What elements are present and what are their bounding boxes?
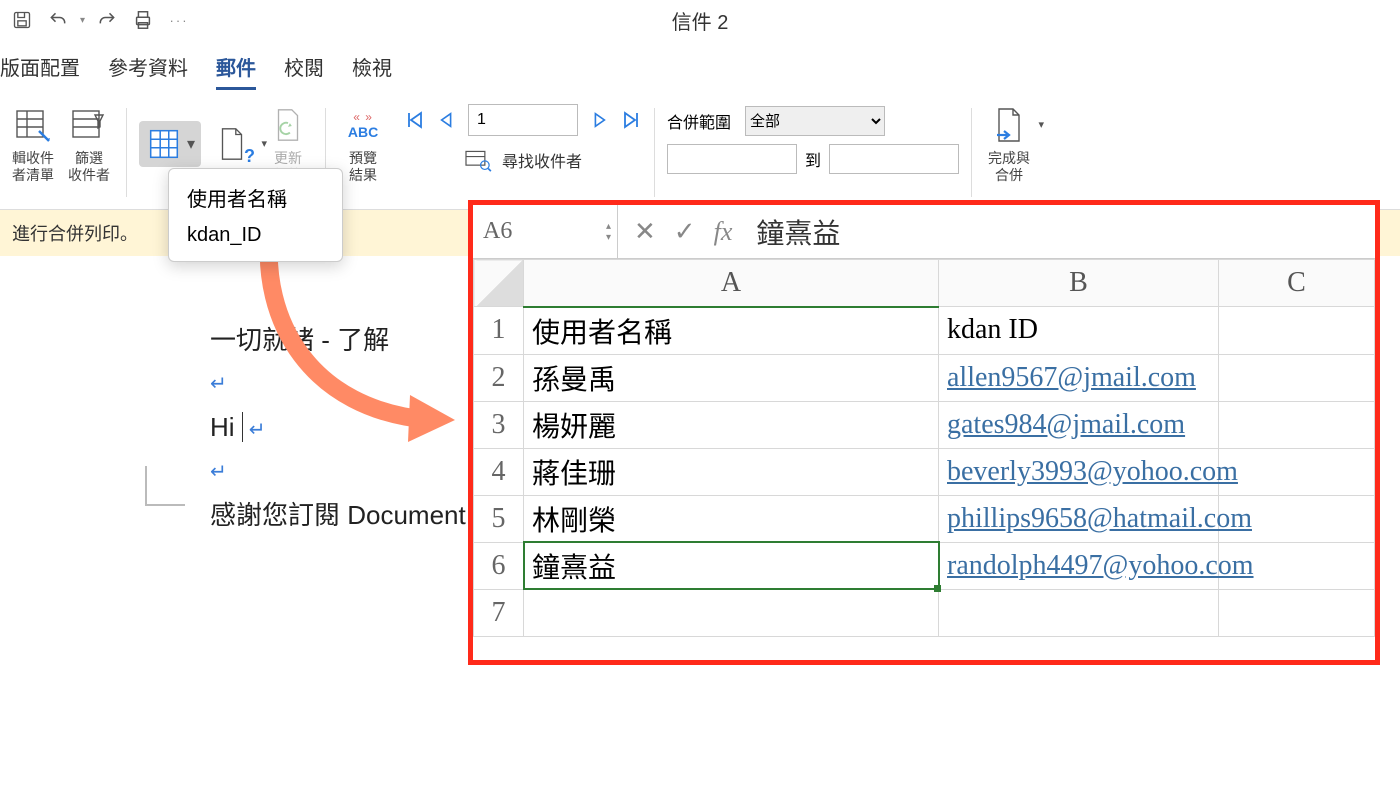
merge-field-dropdown: 使用者名稱 kdan_ID xyxy=(168,168,343,262)
document-title: 信件 2 xyxy=(672,6,729,35)
merge-range-label: 合併範圍 xyxy=(667,109,737,133)
row-header[interactable]: 2 xyxy=(474,354,524,401)
save-icon[interactable] xyxy=(8,6,36,34)
title-bar: ▾ ··· 信件 2 xyxy=(0,0,1400,40)
row-header[interactable]: 4 xyxy=(474,448,524,495)
cell[interactable] xyxy=(1219,354,1375,401)
cancel-icon[interactable]: ✕ xyxy=(634,217,656,247)
col-header-c[interactable]: C xyxy=(1219,260,1375,307)
record-number-input[interactable] xyxy=(468,104,578,136)
rules-button[interactable]: ?▾ xyxy=(207,123,257,165)
undo-chevron-icon[interactable]: ▾ xyxy=(80,15,85,26)
cell[interactable]: 楊妍麗 xyxy=(524,401,939,448)
merge-range-select[interactable]: 全部 xyxy=(745,106,885,136)
cell[interactable]: randolph4497@yohoo.com xyxy=(939,542,1219,589)
confirm-icon[interactable]: ✓ xyxy=(674,217,696,247)
tab-review[interactable]: 校閱 xyxy=(284,52,324,90)
range-from-input[interactable] xyxy=(667,144,797,174)
filter-recipients-label: 篩選 收件者 xyxy=(68,150,110,184)
record-nav xyxy=(404,104,642,136)
name-box[interactable]: A6 ▴▾ xyxy=(473,205,618,258)
message-bar-text: 進行合併列印。 xyxy=(12,224,138,244)
cell[interactable]: phillips9658@hatmail.com xyxy=(939,495,1219,542)
range-to-label: 到 xyxy=(805,147,821,171)
finish-merge-label: 完成與 合併 xyxy=(988,150,1030,184)
cell[interactable] xyxy=(939,589,1219,636)
cell[interactable]: 孫曼禹 xyxy=(524,354,939,401)
redo-icon[interactable] xyxy=(93,6,121,34)
cell[interactable] xyxy=(1219,589,1375,636)
row-header[interactable]: 6 xyxy=(474,542,524,589)
tab-view[interactable]: 檢視 xyxy=(352,52,392,90)
formula-bar: A6 ▴▾ ✕ ✓ fx 鐘熹益 xyxy=(473,205,1375,259)
cell[interactable]: 蔣佳珊 xyxy=(524,448,939,495)
cell[interactable] xyxy=(1219,448,1375,495)
quick-access-toolbar: ▾ ··· xyxy=(8,6,193,34)
preview-results-button[interactable]: « »ABC 預覽 結果 xyxy=(338,104,388,184)
edit-recipient-list-button[interactable]: 輯收件 者清單 xyxy=(8,104,58,184)
cell[interactable] xyxy=(1219,307,1375,355)
excel-overlay: A6 ▴▾ ✕ ✓ fx 鐘熹益 A B C 1使用者名稱kdan ID 2孫曼… xyxy=(468,200,1380,665)
finish-merge-button[interactable]: ▾ 完成與 合併 xyxy=(984,104,1034,184)
row-header[interactable]: 1 xyxy=(474,307,524,355)
more-icon[interactable]: ··· xyxy=(165,6,193,34)
select-all-corner[interactable] xyxy=(474,260,524,307)
chevron-down-icon: ▾ xyxy=(187,134,195,154)
spreadsheet-grid[interactable]: A B C 1使用者名稱kdan ID 2孫曼禹allen9567@jmail.… xyxy=(473,259,1375,637)
row-header[interactable]: 3 xyxy=(474,401,524,448)
row-header[interactable]: 7 xyxy=(474,589,524,636)
first-record-icon[interactable] xyxy=(404,109,426,131)
formula-value[interactable]: 鐘熹益 xyxy=(748,212,840,252)
cell[interactable]: gates984@jmail.com xyxy=(939,401,1219,448)
last-record-icon[interactable] xyxy=(620,109,642,131)
tab-mailings[interactable]: 郵件 xyxy=(216,52,256,90)
insert-merge-field-button[interactable]: ▾ xyxy=(139,121,201,167)
range-to-input[interactable] xyxy=(829,144,959,174)
prev-record-icon[interactable] xyxy=(436,109,458,131)
tab-layout[interactable]: 版面配置 xyxy=(0,52,80,90)
cell[interactable]: 使用者名稱 xyxy=(524,307,939,355)
dropdown-item-username[interactable]: 使用者名稱 xyxy=(169,177,342,218)
find-recipient-label[interactable]: 尋找收件者 xyxy=(502,148,582,172)
fx-icon[interactable]: fx xyxy=(714,217,733,247)
cell-selected[interactable]: 鐘熹益 xyxy=(524,542,939,589)
tab-references[interactable]: 參考資料 xyxy=(108,52,188,90)
next-record-icon[interactable] xyxy=(588,109,610,131)
col-header-b[interactable]: B xyxy=(939,260,1219,307)
cell[interactable]: kdan ID xyxy=(939,307,1219,355)
cell[interactable]: 林剛榮 xyxy=(524,495,939,542)
cell[interactable] xyxy=(1219,401,1375,448)
dropdown-item-kdan-id[interactable]: kdan_ID xyxy=(169,218,342,253)
filter-recipients-button[interactable]: 篩選 收件者 xyxy=(64,104,114,184)
find-recipient-icon[interactable] xyxy=(464,148,492,172)
cell[interactable] xyxy=(524,589,939,636)
preview-results-label: 預覽 結果 xyxy=(349,150,377,184)
undo-icon[interactable] xyxy=(44,6,72,34)
cell[interactable]: beverly3993@yohoo.com xyxy=(939,448,1219,495)
edit-recipient-list-label: 輯收件 者清單 xyxy=(12,150,54,184)
ribbon-tabs: 版面配置 參考資料 郵件 校閱 檢視 xyxy=(0,40,1400,98)
row-header[interactable]: 5 xyxy=(474,495,524,542)
chevron-down-icon: ▾ xyxy=(1039,118,1045,131)
print-icon[interactable] xyxy=(129,6,157,34)
cell[interactable]: allen9567@jmail.com xyxy=(939,354,1219,401)
col-header-a[interactable]: A xyxy=(524,260,939,307)
page-margin-marker xyxy=(145,466,185,506)
